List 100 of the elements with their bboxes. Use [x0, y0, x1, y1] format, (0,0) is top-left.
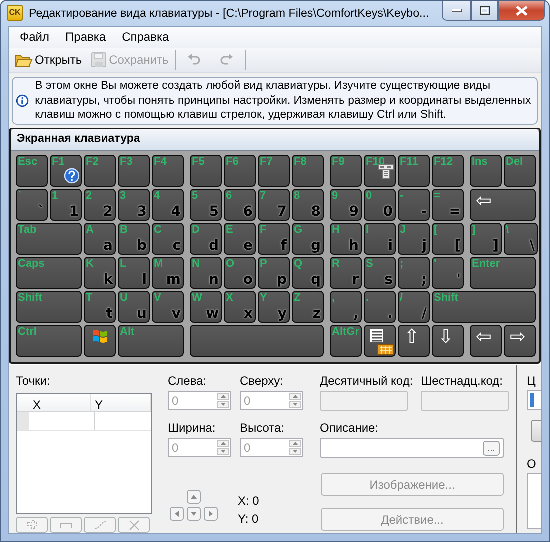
toolbar-button[interactable]: Открыть — [12, 50, 86, 70]
keyboard-key[interactable]: ' ' — [432, 257, 464, 289]
keyboard-key[interactable]: Del — [504, 155, 536, 187]
keyboard-key[interactable]: 4 4 — [152, 189, 184, 221]
keyboard-key[interactable]: F f — [258, 223, 290, 255]
keyboard-key[interactable]: A a — [84, 223, 116, 255]
left-button[interactable] — [170, 507, 184, 521]
side-list[interactable] — [527, 473, 541, 529]
keyboard-key[interactable]: F9 — [330, 155, 362, 187]
keyboard-key[interactable]: 0 0 — [364, 189, 396, 221]
down-button[interactable] — [187, 507, 201, 521]
keyboard-key[interactable]: Q q — [292, 257, 324, 289]
keyboard-key[interactable]: 8 8 — [292, 189, 324, 221]
keyboard-key[interactable]: 9 9 — [330, 189, 362, 221]
keyboard-key[interactable]: X x — [224, 291, 256, 323]
keyboard-key[interactable]: ⇦ — [470, 189, 536, 221]
keyboard-key[interactable]: 1 1 — [50, 189, 82, 221]
spin-up-button[interactable] — [217, 440, 229, 447]
keyboard-key[interactable]: Shift — [16, 291, 82, 323]
keyboard-key[interactable]: 6 6 — [224, 189, 256, 221]
keyboard-key[interactable]: - - — [398, 189, 430, 221]
keyboard-key[interactable]: 2 2 — [84, 189, 116, 221]
keyboard-key[interactable]: 3 3 — [118, 189, 150, 221]
keyboard-key[interactable]: F4 — [152, 155, 184, 187]
close-button[interactable] — [498, 1, 545, 21]
keyboard-key[interactable]: S s — [364, 257, 396, 289]
keyboard-key[interactable]: Alt — [118, 325, 184, 357]
spin-up-button[interactable] — [289, 440, 301, 447]
menu-item[interactable]: Файл — [13, 27, 57, 48]
keyboard-key[interactable]: M m — [152, 257, 184, 289]
spin-down-button[interactable] — [217, 401, 229, 408]
spin-down-button[interactable] — [289, 448, 301, 455]
keyboard-key[interactable]: K k — [84, 257, 116, 289]
keyboard-key[interactable]: Ins — [470, 155, 502, 187]
keyboard-key[interactable] — [84, 325, 116, 357]
keyboard-key[interactable]: N n — [190, 257, 222, 289]
keyboard-key[interactable]: F7 — [258, 155, 290, 187]
keyboard-key[interactable]: Y y — [258, 291, 290, 323]
keyboard-key[interactable]: F8 — [292, 155, 324, 187]
keyboard-key[interactable]: H h — [330, 223, 362, 255]
keyboard-key[interactable]: F6 — [224, 155, 256, 187]
keyboard-key[interactable]: Ctrl — [16, 325, 82, 357]
menu-item[interactable]: Правка — [58, 27, 114, 48]
keyboard-key[interactable]: ` ` — [16, 189, 48, 221]
keyboard-key[interactable]: . . — [364, 291, 396, 323]
keyboard-key[interactable]: F1 — [50, 155, 82, 187]
maximize-button[interactable] — [471, 1, 498, 21]
keyboard-key[interactable]: 5 5 — [190, 189, 222, 221]
keyboard-key[interactable]: C c — [152, 223, 184, 255]
keyboard-key[interactable]: AltGr — [330, 325, 362, 357]
spin-up-button[interactable] — [217, 393, 229, 400]
keyboard-key[interactable]: Tab — [16, 223, 82, 255]
keyboard-key[interactable]: J j — [398, 223, 430, 255]
keyboard-key[interactable]: 7 7 — [258, 189, 290, 221]
spin-down-button[interactable] — [217, 448, 229, 455]
keyboard-key[interactable]: Caps — [16, 257, 82, 289]
points-list[interactable]: X Y — [16, 393, 152, 514]
keyboard-key[interactable]: = = — [432, 189, 464, 221]
keyboard-key[interactable]: T t — [84, 291, 116, 323]
keyboard-key[interactable]: ] ] — [470, 223, 502, 255]
keyboard-key[interactable]: Esc — [16, 155, 48, 187]
dropdown-field[interactable] — [527, 390, 541, 410]
menu-item[interactable]: Справка — [115, 27, 176, 48]
keyboard-key[interactable]: F2 — [84, 155, 116, 187]
keyboard-key[interactable]: E e — [224, 223, 256, 255]
keyboard-key[interactable]: ⇦ — [470, 325, 502, 357]
keyboard-key[interactable]: ⇨ — [504, 325, 536, 357]
keyboard-key[interactable]: Enter — [470, 257, 536, 289]
keyboard-key[interactable]: ⇩ — [432, 325, 464, 357]
keyboard-key[interactable] — [364, 325, 396, 357]
right-button[interactable] — [204, 507, 218, 521]
keyboard-key[interactable]: ⇧ — [398, 325, 430, 357]
spin-up-button[interactable] — [289, 393, 301, 400]
keyboard-key[interactable]: ; ; — [398, 257, 430, 289]
spin-down-button[interactable] — [289, 401, 301, 408]
keyboard-key[interactable]: Shift — [432, 291, 536, 323]
keyboard-key[interactable]: R r — [330, 257, 362, 289]
keyboard-key[interactable]: B b — [118, 223, 150, 255]
column-header[interactable]: Y — [91, 394, 151, 411]
keyboard-key[interactable]: / / — [398, 291, 430, 323]
keyboard-key[interactable]: F12 — [432, 155, 464, 187]
side-button[interactable] — [531, 420, 541, 442]
keyboard-key[interactable]: L l — [118, 257, 150, 289]
keyboard-key[interactable]: P p — [258, 257, 290, 289]
keyboard-key[interactable]: G g — [292, 223, 324, 255]
keyboard-key[interactable]: W w — [190, 291, 222, 323]
keyboard-key[interactable]: Z z — [292, 291, 324, 323]
keyboard-key[interactable]: F5 — [190, 155, 222, 187]
keyboard-key[interactable]: [ [ — [432, 223, 464, 255]
keyboard-key[interactable]: , , — [330, 291, 362, 323]
keyboard-key[interactable]: U u — [118, 291, 150, 323]
description-field[interactable]: ... — [320, 438, 504, 458]
up-button[interactable] — [187, 490, 201, 504]
keyboard-key[interactable]: F3 — [118, 155, 150, 187]
browse-button[interactable]: ... — [483, 440, 500, 456]
minimize-button[interactable] — [442, 1, 471, 21]
keyboard-key[interactable]: D d — [190, 223, 222, 255]
keyboard-key[interactable]: O o — [224, 257, 256, 289]
keyboard-key[interactable]: V v — [152, 291, 184, 323]
keyboard-key[interactable]: I i — [364, 223, 396, 255]
